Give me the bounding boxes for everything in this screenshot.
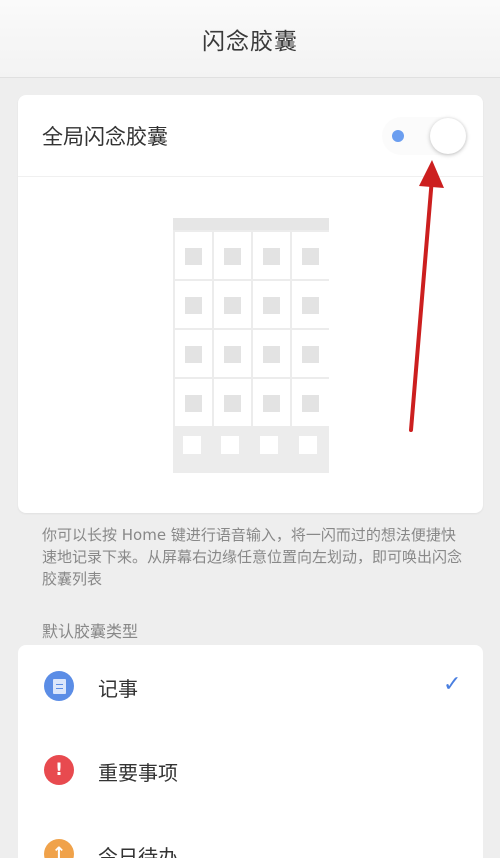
illustration-app-slot (175, 330, 212, 377)
illustration-app-slot (214, 330, 251, 377)
illustration-app-slot (175, 379, 212, 426)
illustration-app-slot (214, 379, 251, 426)
illustration-app-slot (292, 379, 329, 426)
illustration-app-slot (253, 379, 290, 426)
illustration-dock-slot (260, 436, 278, 454)
capsule-type-label: 今日待办 (98, 845, 178, 858)
check-icon: ✓ (443, 672, 462, 697)
illustration-app-slot (253, 232, 290, 279)
toggle-knob[interactable] (430, 118, 466, 154)
capsule-type-important[interactable]: ! 重要事项 (18, 729, 483, 813)
illustration-app-slot (292, 232, 329, 279)
capsule-type-label: 记事 (98, 677, 138, 701)
illustration-app-slot (214, 232, 251, 279)
global-toggle-switch[interactable] (382, 117, 468, 155)
illustration-app-slot (292, 281, 329, 328)
top-bar: 闪念胶囊 (0, 0, 500, 78)
page-title: 闪念胶囊 (202, 28, 298, 55)
notepad-icon (44, 671, 74, 701)
illustration-app-slot (253, 281, 290, 328)
feature-description: 你可以长按 Home 键进行语音输入，将一闪而过的想法便捷快速地记录下来。从屏幕… (42, 526, 463, 588)
illustration-app-slot (175, 281, 212, 328)
exclamation-icon: ! (44, 755, 74, 785)
capsule-type-label: 重要事项 (98, 761, 178, 785)
capsule-type-todo[interactable]: ↑ 今日待办 (18, 813, 483, 858)
global-toggle-row[interactable]: 全局闪念胶囊 (18, 95, 483, 177)
illustration-app-slot (175, 232, 212, 279)
capsule-type-note[interactable]: 记事 ✓ (18, 645, 483, 729)
illustration-app-slot (214, 281, 251, 328)
capsule-type-list: 记事 ✓ ! 重要事项 ↑ 今日待办 (18, 645, 483, 858)
illustration-dock-slot (221, 436, 239, 454)
phone-screen-illustration (173, 218, 329, 473)
capsule-type-section-title: 默认胶囊类型 (42, 622, 139, 641)
global-toggle-label: 全局闪念胶囊 (42, 125, 168, 149)
illustration-app-slot (253, 330, 290, 377)
illustration-dock-slot (299, 436, 317, 454)
illustration-app-slot (292, 330, 329, 377)
illustration-dock-slot (183, 436, 201, 454)
todo-icon: ↑ (44, 839, 74, 858)
illustration-status-strip (173, 218, 329, 230)
toggle-indicator-dot (392, 130, 404, 142)
global-capsule-card: 全局闪念胶囊 (18, 95, 483, 513)
